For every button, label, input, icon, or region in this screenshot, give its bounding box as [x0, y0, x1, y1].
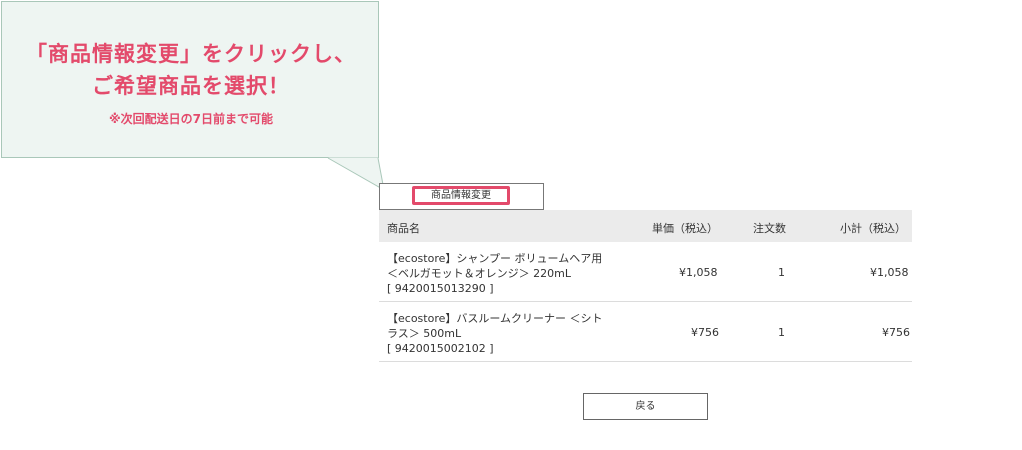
- unit-price: ¥756: [691, 326, 719, 339]
- product-name: 【ecostore】シャンプー ボリュームヘア用 ＜ベルガモット＆オレンジ＞ 2…: [387, 251, 607, 296]
- product-name-line1: 【ecostore】シャンプー ボリュームヘア用: [387, 252, 603, 265]
- subtotal: ¥1,058: [870, 266, 909, 279]
- subtotal: ¥756: [882, 326, 910, 339]
- product-name: 【ecostore】バスルームクリーナー ＜シト ラス＞ 500mL [ 942…: [387, 311, 607, 356]
- product-name-line2: ＜ベルガモット＆オレンジ＞ 220mL: [387, 267, 572, 280]
- header-quantity: 注文数: [753, 222, 786, 235]
- header-subtotal: 小計（税込）: [840, 222, 906, 235]
- header-unit-price: 単価（税込）: [652, 222, 718, 235]
- table-header: 商品名 単価（税込） 注文数 小計（税込）: [379, 210, 912, 242]
- callout-title-line1: 「商品情報変更」をクリックし、: [26, 42, 356, 66]
- table-row: 【ecostore】バスルームクリーナー ＜シト ラス＞ 500mL [ 942…: [379, 302, 912, 362]
- header-product-name: 商品名: [387, 222, 420, 235]
- product-code: [ 9420015002102 ]: [387, 342, 494, 355]
- back-button[interactable]: 戻る: [583, 393, 708, 420]
- quantity: 1: [778, 326, 785, 339]
- quantity: 1: [778, 266, 785, 279]
- unit-price: ¥1,058: [679, 266, 718, 279]
- instruction-callout: 「商品情報変更」をクリックし、 ご希望商品を選択！ ※次回配送日の7日前まで可能: [1, 1, 379, 158]
- change-button-container: 商品情報変更: [379, 183, 544, 210]
- product-name-line1: 【ecostore】バスルームクリーナー ＜シト: [387, 312, 603, 325]
- product-code: [ 9420015013290 ]: [387, 282, 494, 295]
- callout-note: ※次回配送日の7日前まで可能: [108, 112, 274, 126]
- change-product-info-button[interactable]: 商品情報変更: [412, 186, 510, 205]
- table-row: 【ecostore】シャンプー ボリュームヘア用 ＜ベルガモット＆オレンジ＞ 2…: [379, 242, 912, 302]
- product-name-line2: ラス＞ 500mL: [387, 327, 462, 340]
- order-items-table: 商品名 単価（税込） 注文数 小計（税込） 【ecostore】シャンプー ボリ…: [379, 210, 912, 362]
- callout-title-line2: ご希望商品を選択！: [92, 74, 290, 98]
